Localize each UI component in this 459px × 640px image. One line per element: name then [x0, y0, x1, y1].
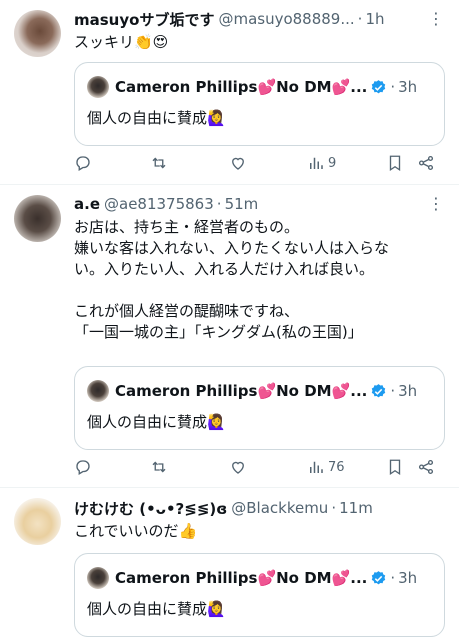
display-name[interactable]: a.e	[74, 195, 100, 213]
more-icon[interactable]: ⋮	[428, 9, 445, 28]
action-bar: 9	[74, 151, 448, 175]
display-name[interactable]: けむけむ (•ᴗ•?≶≶)ɞ	[74, 498, 227, 519]
quoted-timestamp: 3h	[398, 569, 418, 587]
tweet-header: けむけむ (•ᴗ•?≶≶)ɞ @Blackkemu · 11m	[74, 497, 447, 519]
avatar[interactable]	[14, 498, 61, 545]
avatar[interactable]	[14, 10, 61, 57]
timestamp[interactable]: 1h	[365, 10, 384, 28]
like-button[interactable]	[229, 154, 247, 172]
like-icon	[232, 461, 244, 474]
quoted-text: 個人の自由に賛成🙋‍♀️	[87, 109, 226, 127]
tweet-text-line: スッキリ👏😍	[74, 33, 169, 51]
user-handle[interactable]: @ae81375863	[104, 195, 214, 213]
quoted-display-name: Cameron Phillips💕No DM💕...	[115, 569, 368, 587]
quoted-avatar	[87, 76, 109, 98]
quoted-display-name: Cameron Phillips💕No DM💕...	[115, 78, 368, 96]
separator-dot: ·	[390, 569, 396, 587]
tweet-header: masuyoサブ垢です @masuyo88889... · 1h	[74, 8, 447, 30]
retweet-button[interactable]	[150, 154, 168, 172]
share-icon	[418, 155, 434, 171]
reply-button[interactable]	[74, 154, 92, 172]
verified-badge-icon	[372, 383, 386, 397]
tweet-header: a.e @ae81375863 · 51m	[74, 193, 447, 215]
quoted-tweet[interactable]: Cameron Phillips💕No DM💕... · 3h 個人の自由に賛成…	[74, 553, 445, 637]
avatar[interactable]	[14, 195, 61, 242]
quoted-tweet-header: Cameron Phillips💕No DM💕... · 3h	[87, 379, 417, 403]
separator-dot: ·	[331, 499, 337, 517]
user-handle[interactable]: @masuyo88889...	[218, 10, 354, 28]
views-button[interactable]: 9	[307, 154, 336, 172]
tweet-text-line: 嫌いな客は入れない、入りたくない人は入らな	[74, 239, 390, 257]
views-icon	[310, 461, 323, 473]
quoted-text: 個人の自由に賛成🙋‍♀️	[87, 600, 226, 618]
quoted-display-name: Cameron Phillips💕No DM💕...	[115, 382, 368, 400]
quoted-tweet[interactable]: Cameron Phillips💕No DM💕... · 3h 個人の自由に賛成…	[74, 62, 445, 146]
quoted-tweet-header: Cameron Phillips💕No DM💕... · 3h	[87, 566, 417, 590]
verified-badge-icon	[372, 79, 386, 93]
tweet-text-line	[74, 280, 441, 301]
separator-dot: ·	[390, 382, 396, 400]
reply-icon	[76, 460, 90, 475]
share-icon	[418, 459, 434, 475]
views-count: 76	[328, 459, 345, 475]
bookmark-icon	[389, 155, 401, 172]
separator-dot: ·	[216, 195, 222, 213]
quoted-tweet-header: Cameron Phillips💕No DM💕... · 3h	[87, 75, 417, 99]
quoted-timestamp: 3h	[398, 78, 418, 96]
verified-badge-icon	[372, 570, 386, 584]
bookmark-icon	[389, 459, 401, 476]
tweet-text-line: い。入りたい人、入れる人だけ入れば良い。	[74, 260, 375, 278]
quoted-avatar	[87, 567, 109, 589]
quoted-timestamp: 3h	[398, 382, 418, 400]
more-icon[interactable]: ⋮	[428, 194, 445, 213]
tweet-text: スッキリ👏😍	[74, 32, 441, 53]
retweet-icon	[152, 157, 166, 169]
tweet-text-line: これが個人経営の醍醐味ですね、	[74, 302, 300, 320]
quoted-avatar	[87, 380, 109, 402]
share-button[interactable]	[417, 154, 435, 172]
like-icon	[232, 157, 244, 170]
display-name[interactable]: masuyoサブ垢です	[74, 9, 214, 30]
views-count: 9	[328, 155, 337, 171]
retweet-icon	[152, 461, 166, 473]
bookmark-button[interactable]	[386, 154, 404, 172]
tweet[interactable]: けむけむ (•ᴗ•?≶≶)ɞ @Blackkemu · 11m これでいいのだ👍…	[0, 488, 459, 640]
tweet-text: お店は、持ち主・経営者のもの。 嫌いな客は入れない、入りたくない人は入らな い。…	[74, 217, 441, 343]
tweet-text: これでいいのだ👍	[74, 521, 441, 542]
tweet[interactable]: a.e @ae81375863 · 51m ⋮ お店は、持ち主・経営者のもの。 …	[0, 185, 459, 487]
quoted-text: 個人の自由に賛成🙋‍♀️	[87, 413, 226, 431]
tweet[interactable]: masuyoサブ垢です @masuyo88889... · 1h ⋮ スッキリ👏…	[0, 0, 459, 184]
timestamp[interactable]: 11m	[339, 499, 373, 517]
reply-button[interactable]	[74, 458, 92, 476]
share-button[interactable]	[417, 458, 435, 476]
retweet-button[interactable]	[150, 458, 168, 476]
tweet-text-line: お店は、持ち主・経営者のもの。	[74, 218, 300, 236]
user-handle[interactable]: @Blackkemu	[231, 499, 328, 517]
tweet-text-line: これでいいのだ👍	[74, 522, 198, 540]
tweet-text-line: 「一国一城の主」「キングダム(私の王国)」	[74, 323, 363, 341]
like-button[interactable]	[229, 458, 247, 476]
views-button[interactable]: 76	[307, 458, 345, 476]
views-icon	[310, 157, 323, 169]
reply-icon	[76, 156, 90, 171]
separator-dot: ·	[390, 78, 396, 96]
timestamp[interactable]: 51m	[225, 195, 259, 213]
separator-dot: ·	[357, 10, 363, 28]
action-bar: 76	[74, 455, 448, 479]
quoted-tweet[interactable]: Cameron Phillips💕No DM💕... · 3h 個人の自由に賛成…	[74, 366, 445, 450]
bookmark-button[interactable]	[386, 458, 404, 476]
